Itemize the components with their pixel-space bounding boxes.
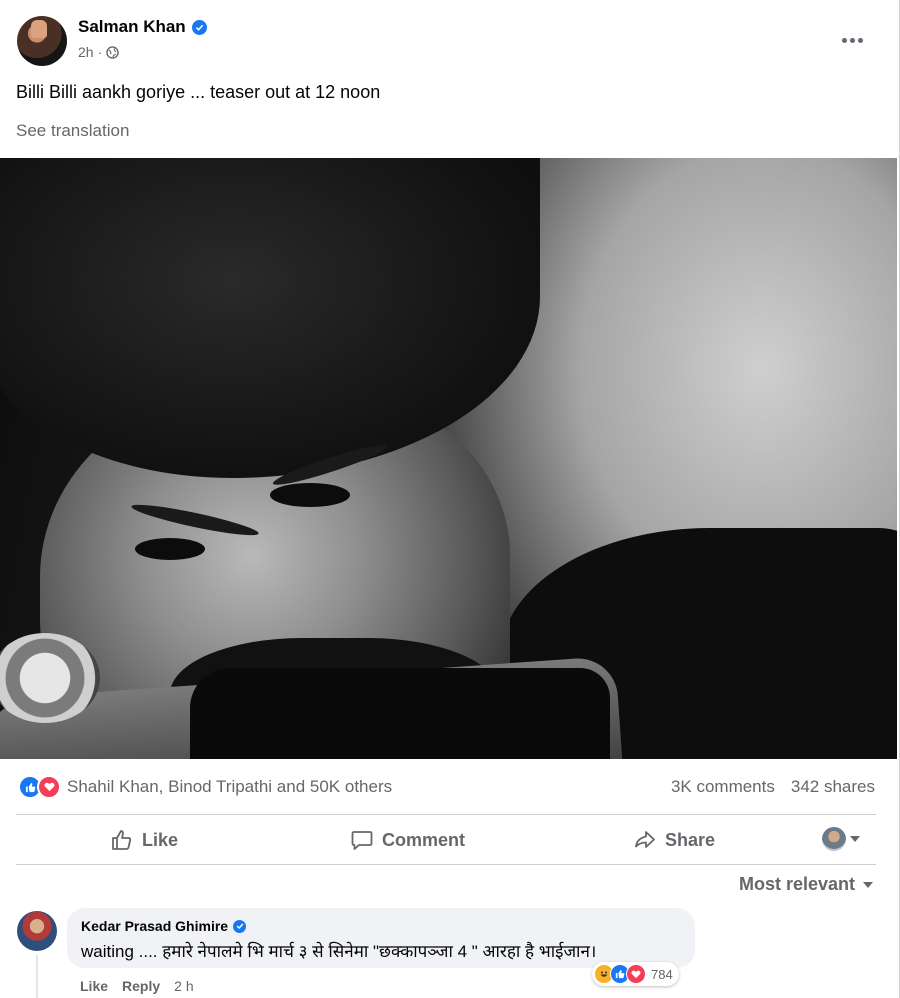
- comment-time[interactable]: 2 h: [174, 978, 193, 994]
- comment-like-button[interactable]: Like: [80, 978, 108, 994]
- comment-bubble: Kedar Prasad Ghimire waiting .... हमारे …: [67, 908, 695, 968]
- see-translation-link[interactable]: See translation: [16, 121, 129, 141]
- share-icon: [635, 831, 655, 848]
- comment-icon: [351, 831, 373, 850]
- post-text: Billi Billi aankh goriye ... teaser out …: [16, 82, 381, 102]
- commenter-avatar[interactable]: [17, 911, 57, 951]
- reaction-summary[interactable]: Shahil Khan, Binod Tripathi and 50K othe…: [18, 775, 392, 799]
- comment-actions: Like Reply 2 h: [80, 978, 194, 994]
- comments-count[interactable]: 3K comments: [671, 777, 775, 797]
- share-button[interactable]: Share: [633, 828, 715, 852]
- verified-badge-icon: [233, 919, 247, 933]
- like-label: Like: [142, 829, 179, 850]
- comment-text: waiting .... हमारे नेपालमे भि मार्च ३ से…: [81, 942, 597, 961]
- commenter-row: Kedar Prasad Ghimire: [81, 918, 247, 934]
- caret-down-icon: [850, 836, 860, 842]
- profile-avatar: [822, 827, 846, 851]
- comment-button[interactable]: Comment: [350, 828, 465, 852]
- comment-label: Comment: [382, 829, 466, 850]
- thread-line: [36, 955, 38, 998]
- engagement-counts: 3K comments 342 shares: [671, 777, 875, 797]
- meta-separator: ·: [97, 44, 103, 60]
- comment-reaction-count: 784: [651, 966, 673, 982]
- author-row: Salman Khan: [78, 17, 207, 37]
- sort-label: Most relevant: [738, 874, 855, 894]
- reaction-names: Shahil Khan, Binod Tripathi and 50K othe…: [67, 777, 393, 796]
- comment-reactions[interactable]: 784: [592, 962, 679, 986]
- post-time[interactable]: 2h: [78, 44, 94, 60]
- share-label: Share: [665, 829, 716, 850]
- post-card: Salman Khan 2h · Billi Billi aankh goriy…: [0, 0, 900, 998]
- love-reaction-icon: [37, 775, 61, 799]
- love-reaction-icon: [626, 964, 646, 984]
- caret-down-icon: [863, 881, 873, 888]
- divider: [16, 864, 876, 865]
- sort-comments-dropdown[interactable]: Most relevant: [739, 874, 873, 895]
- post-meta: 2h ·: [78, 44, 120, 60]
- author-avatar[interactable]: [17, 16, 67, 66]
- globe-icon: [106, 45, 120, 59]
- profile-switch-button[interactable]: [822, 827, 860, 851]
- dot-icon: [841, 37, 847, 43]
- dot-icon: [857, 37, 863, 43]
- more-options-button[interactable]: [832, 26, 872, 54]
- comment-reply-button[interactable]: Reply: [122, 978, 160, 994]
- commenter-name[interactable]: Kedar Prasad Ghimire: [81, 918, 228, 934]
- dot-icon: [849, 37, 855, 43]
- shares-count[interactable]: 342 shares: [791, 777, 875, 797]
- thumbs-up-icon: [112, 830, 132, 850]
- like-button[interactable]: Like: [110, 828, 178, 852]
- author-name[interactable]: Salman Khan: [78, 17, 186, 37]
- divider: [16, 814, 876, 815]
- verified-badge-icon: [191, 19, 207, 35]
- post-photo[interactable]: [0, 158, 897, 759]
